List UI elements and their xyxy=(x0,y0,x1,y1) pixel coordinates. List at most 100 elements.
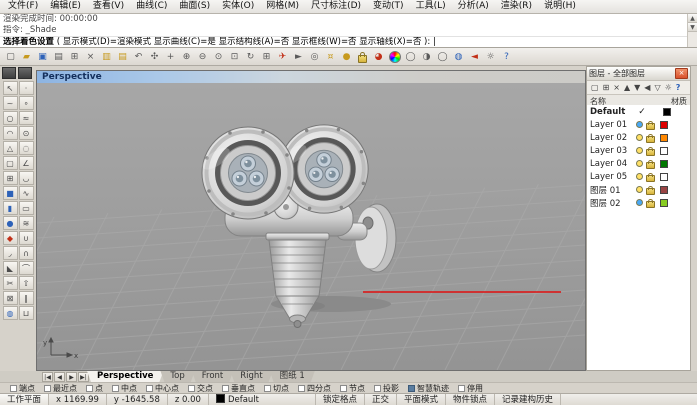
checkbox[interactable] xyxy=(44,385,51,392)
print-icon[interactable]: ▤ xyxy=(51,50,66,64)
zoom-in-icon[interactable]: ⊕ xyxy=(179,50,194,64)
checkbox[interactable] xyxy=(188,385,195,392)
next-tab-icon[interactable]: ▶ xyxy=(66,372,77,382)
helix-tool-icon[interactable]: ∿ xyxy=(19,186,34,200)
pan-icon[interactable]: ✣ xyxy=(147,50,162,64)
osnap-end[interactable]: 端点 xyxy=(10,383,35,394)
plane-surface-icon[interactable]: ▭ xyxy=(19,201,34,215)
layer-row[interactable]: Default ✓ xyxy=(587,105,690,118)
layer-lock-icon[interactable] xyxy=(646,162,655,169)
checkbox[interactable] xyxy=(222,385,229,392)
filter-icon[interactable]: ▽ xyxy=(654,83,660,92)
menu-tools[interactable]: 工具(L) xyxy=(410,0,452,13)
sweep-tool-icon[interactable]: ∪ xyxy=(19,231,34,245)
menu-transform[interactable]: 变动(T) xyxy=(367,0,410,13)
lock-icon[interactable] xyxy=(355,50,370,64)
layer-name[interactable]: Default xyxy=(590,107,636,117)
command-scrollbar[interactable]: ▲ ▼ xyxy=(687,14,697,47)
split-tool-icon[interactable]: ⊠ xyxy=(3,291,18,305)
move-down-icon[interactable]: ▼ xyxy=(634,83,640,92)
layer-lock-icon[interactable] xyxy=(646,123,655,130)
checkbox[interactable] xyxy=(10,385,17,392)
new-layer-icon[interactable]: ▢ xyxy=(591,83,599,92)
layer-lock-icon[interactable] xyxy=(646,149,655,156)
toggle-osnap[interactable]: 物件锁点 xyxy=(446,394,495,405)
copy-icon[interactable]: ▥ xyxy=(99,50,114,64)
layer-row[interactable]: Layer 01 xyxy=(587,118,690,131)
menu-curve[interactable]: 曲线(C) xyxy=(130,0,173,13)
wireframe-mode-icon[interactable]: ◯ xyxy=(403,50,418,64)
layer-visibility-bulb-icon[interactable] xyxy=(636,186,643,193)
menu-help[interactable]: 说明(H) xyxy=(538,0,582,13)
new-file-icon[interactable]: ▢ xyxy=(3,50,18,64)
viewport-title[interactable]: Perspective xyxy=(37,71,585,83)
current-layer-chip[interactable]: Default xyxy=(209,394,316,405)
rotate-view-icon[interactable]: ↻ xyxy=(243,50,258,64)
checkbox[interactable] xyxy=(264,385,271,392)
layer-visibility-bulb-icon[interactable] xyxy=(636,134,643,141)
polyline-tool-icon[interactable]: ∠ xyxy=(19,156,34,170)
osnap-project[interactable]: 投影 xyxy=(374,383,399,394)
rectangle-tool-icon[interactable]: ▢ xyxy=(3,156,18,170)
layer-name[interactable]: Layer 04 xyxy=(590,159,636,169)
chamfer-tool-icon[interactable]: ◣ xyxy=(3,261,18,275)
layer-row[interactable]: 图层 01 xyxy=(587,183,690,196)
last-tab-icon[interactable]: ▶| xyxy=(78,372,89,382)
osnap-mid[interactable]: 中点 xyxy=(112,383,137,394)
perspective-viewport[interactable]: Perspective xyxy=(36,70,586,371)
move-icon[interactable]: + xyxy=(163,50,178,64)
ghosted-mode-icon[interactable]: ◯ xyxy=(435,50,450,64)
layer-color-swatch[interactable] xyxy=(660,186,668,194)
tab-layout-1[interactable]: 图纸 1 xyxy=(270,371,315,382)
key-icon[interactable]: ¤ xyxy=(323,50,338,64)
zoom-dynamic-icon[interactable]: ⊙ xyxy=(211,50,226,64)
delete-icon[interactable]: × xyxy=(83,50,98,64)
layers-panel-titlebar[interactable]: 图层 - 全部图层 × xyxy=(587,67,690,81)
layer-name[interactable]: Layer 05 xyxy=(590,172,636,182)
checkbox[interactable] xyxy=(408,385,415,392)
layer-lock-icon[interactable] xyxy=(646,188,655,195)
osnap-quadrant[interactable]: 四分点 xyxy=(298,383,331,394)
layer-row[interactable]: Layer 03 xyxy=(587,144,690,157)
fillet-tool-icon[interactable]: ◞ xyxy=(3,246,18,260)
first-tab-icon[interactable]: |◀ xyxy=(42,372,53,382)
viewport-layout-icon[interactable]: ⊞ xyxy=(259,50,274,64)
scroll-down-icon[interactable]: ▼ xyxy=(688,23,697,32)
delete-layer-icon[interactable]: × xyxy=(613,83,620,92)
flag-icon[interactable]: ◄ xyxy=(467,50,482,64)
osnap-tangent[interactable]: 切点 xyxy=(264,383,289,394)
checkbox[interactable] xyxy=(298,385,305,392)
target-view-icon[interactable]: ◎ xyxy=(307,50,322,64)
ellipse-tool-icon[interactable]: ◌ xyxy=(19,141,34,155)
menu-mesh[interactable]: 网格(M) xyxy=(260,0,305,13)
layers-help-icon[interactable]: ? xyxy=(676,83,681,92)
checkbox[interactable] xyxy=(146,385,153,392)
layer-visibility-bulb-icon[interactable] xyxy=(636,173,643,180)
menu-edit[interactable]: 编辑(E) xyxy=(44,0,87,13)
new-sublayer-icon[interactable]: ⊞ xyxy=(603,83,610,92)
tab-perspective[interactable]: Perspective xyxy=(87,371,163,382)
layer-row[interactable]: Layer 02 xyxy=(587,131,690,144)
select-tool-icon[interactable]: ↖ xyxy=(3,81,18,95)
checkbox[interactable] xyxy=(340,385,347,392)
layer-visibility-bulb-icon[interactable] xyxy=(636,147,643,154)
options-icon[interactable]: ☼ xyxy=(483,50,498,64)
layer-name[interactable]: Layer 03 xyxy=(590,146,636,156)
layer-color-swatch[interactable] xyxy=(660,199,668,207)
revolve-tool-icon[interactable]: ∩ xyxy=(19,246,34,260)
help-icon[interactable]: ? xyxy=(499,50,514,64)
command-prompt[interactable]: 选择着色设置 ( 显示模式(D)=渲染模式 显示曲线(C)=是 显示结构线(A)… xyxy=(0,36,697,48)
scroll-up-icon[interactable]: ▲ xyxy=(688,14,697,23)
layer-lock-icon[interactable] xyxy=(646,136,655,143)
tab-front[interactable]: Front xyxy=(192,371,234,382)
control-point-curve-icon[interactable]: ~ xyxy=(3,96,18,110)
menu-analyze[interactable]: 分析(A) xyxy=(452,0,495,13)
extrude-tool-icon[interactable]: ⇧ xyxy=(19,276,34,290)
layer-color-swatch[interactable] xyxy=(663,108,671,116)
copy-page-icon[interactable]: ⊞ xyxy=(67,50,82,64)
dock-icon[interactable] xyxy=(18,67,32,79)
menu-surface[interactable]: 曲面(S) xyxy=(173,0,216,13)
toggle-planar[interactable]: 平面模式 xyxy=(397,394,446,405)
single-point-icon[interactable]: ∘ xyxy=(19,96,34,110)
walk-view-icon[interactable]: ► xyxy=(291,50,306,64)
